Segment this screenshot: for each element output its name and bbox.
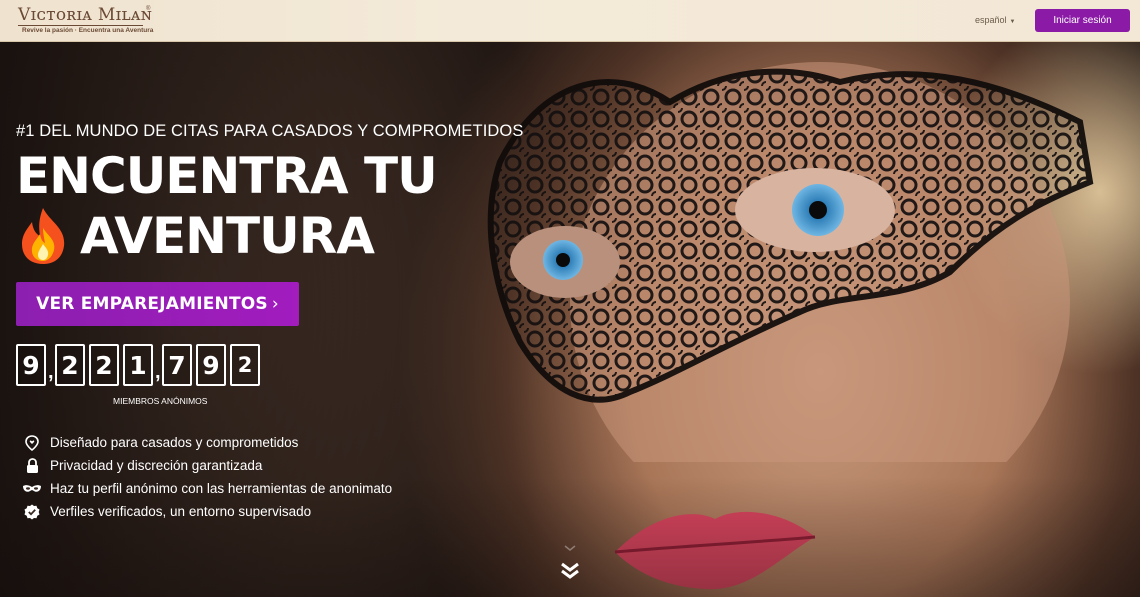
feature-text: Privacidad y discreción garantizada	[50, 458, 263, 473]
caret-down-icon: ▼	[1009, 19, 1016, 25]
login-button[interactable]: Iniciar sesión	[1035, 9, 1130, 32]
feature-item: Verfiles verificados, un entorno supervi…	[22, 500, 392, 523]
feature-item: Diseñado para casados y comprometidos	[22, 431, 392, 454]
counter-digit: 1	[123, 344, 153, 386]
headline-line-1: ENCUENTRA TU	[16, 147, 438, 205]
hero-headline: ENCUENTRA TU AVENTURA	[16, 146, 438, 266]
registered-mark: ®	[146, 6, 151, 12]
logo-underline	[18, 25, 143, 26]
feature-item: Haz tu perfil anónimo con las herramient…	[22, 477, 392, 500]
fire-icon	[22, 208, 65, 264]
scroll-down-chevron-icon[interactable]	[559, 542, 581, 586]
counter-digit: 2	[55, 344, 85, 386]
counter-digit: 2	[230, 344, 260, 386]
top-nav-bar: Vɪᴄᴛᴏʀɪᴀ Mɪʟᴀɴ ® Revive la pasión · Encu…	[0, 0, 1140, 42]
cta-label: VER EMPAREJAMIENTOS	[36, 294, 268, 314]
chevron-right-icon: ›	[271, 294, 279, 314]
counter-digit: 9	[16, 344, 46, 386]
lace-mask-image	[487, 62, 1094, 462]
logo-wordmark: Vɪᴄᴛᴏʀɪᴀ Mɪʟᴀɴ	[18, 5, 153, 25]
member-counter: 9 , 2 2 1 , 7 9 2	[16, 342, 264, 386]
language-selector[interactable]: español ▼	[975, 15, 1015, 25]
headline-line-2-row: AVENTURA	[16, 206, 437, 266]
hero-section: #1 DEL MUNDO DE CITAS PARA CASADOS Y COM…	[0, 42, 1140, 597]
counter-separator: ,	[155, 361, 161, 383]
heart-pin-icon	[22, 434, 42, 451]
verified-check-icon	[22, 504, 42, 520]
feature-item: Privacidad y discreción garantizada	[22, 454, 392, 477]
logo-tagline: Revive la pasión · Encuentra una Aventur…	[22, 27, 154, 34]
view-matches-button[interactable]: VER EMPAREJAMIENTOS ›	[16, 282, 299, 326]
counter-separator: ,	[48, 361, 54, 383]
language-label: español	[975, 15, 1007, 25]
headline-line-2: AVENTURA	[80, 207, 375, 265]
victoria-milan-logo[interactable]: Vɪᴄᴛᴏʀɪᴀ Mɪʟᴀɴ ® Revive la pasión · Encu…	[18, 5, 153, 37]
feature-text: Verfiles verificados, un entorno supervi…	[50, 504, 312, 519]
lock-icon	[22, 457, 42, 474]
feature-text: Diseñado para casados y comprometidos	[50, 435, 299, 450]
feature-text: Haz tu perfil anónimo con las herramient…	[50, 481, 393, 496]
counter-digit: 7	[162, 344, 192, 386]
mask-icon	[22, 481, 42, 497]
hero-subtitle: #1 DEL MUNDO DE CITAS PARA CASADOS Y COM…	[16, 122, 524, 140]
counter-digit: 9	[196, 344, 226, 386]
counter-digit: 2	[89, 344, 119, 386]
counter-label: MIEMBROS ANÓNIMOS	[113, 396, 208, 406]
feature-list: Diseñado para casados y comprometidos Pr…	[22, 431, 392, 523]
